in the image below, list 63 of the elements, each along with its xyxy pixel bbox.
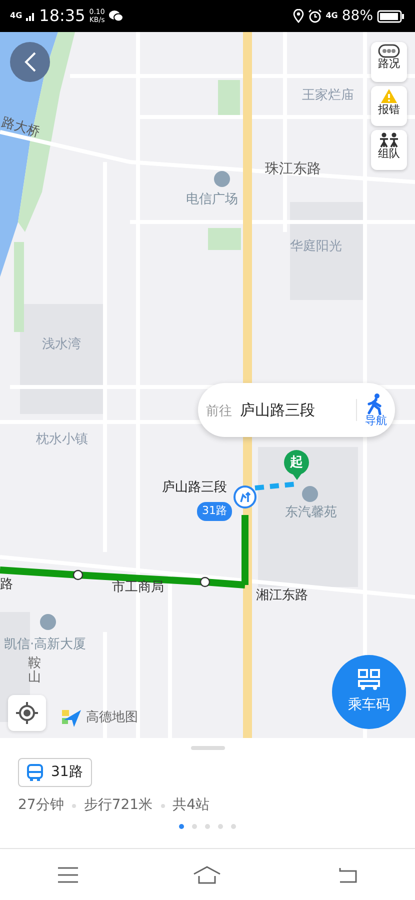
area-label: 枕水小镇 xyxy=(36,433,88,448)
road-label: 鞍山 xyxy=(28,657,41,686)
map-tool-button[interactable]: 报错 xyxy=(371,86,407,126)
bus-code-icon xyxy=(357,668,381,690)
page-dot[interactable] xyxy=(192,824,197,829)
bus-stop-icon xyxy=(200,576,210,588)
poi-pin-icon xyxy=(302,486,318,502)
locate-icon xyxy=(16,702,38,724)
stop-label: 路 xyxy=(0,578,13,592)
place-label: 电信广场 xyxy=(186,193,238,208)
line-badge: 31路 xyxy=(197,502,232,520)
return-icon xyxy=(337,867,358,884)
chat-icon xyxy=(108,10,123,22)
stop-label: 庐山路三段 xyxy=(162,481,227,496)
battery-percent: 88% xyxy=(342,6,373,26)
page-dot[interactable] xyxy=(179,824,184,829)
bus-stop-icon xyxy=(72,570,84,580)
page-dot[interactable] xyxy=(205,824,210,829)
destination-prefix: 前往 xyxy=(206,402,232,421)
navigation-button[interactable]: 导航 xyxy=(357,392,395,428)
stop-label: 市工商局 xyxy=(112,581,164,596)
stop-label: 湘江东路 xyxy=(256,589,308,604)
walking-path xyxy=(254,482,296,490)
battery-icon xyxy=(377,10,405,22)
destination-name: 庐山路三段 xyxy=(240,400,315,421)
route-summary-item: 共4站 xyxy=(172,796,210,815)
ride-code-button[interactable]: 乘车码 xyxy=(332,655,406,729)
map-logo-text: 高德地图 xyxy=(86,709,138,728)
logo-icon xyxy=(60,708,82,728)
bus-line-chip[interactable]: 31路 xyxy=(18,758,92,787)
area-label: 浅水湾 xyxy=(42,338,81,352)
area-label: 华庭阳光 xyxy=(290,240,342,254)
bus-icon xyxy=(27,764,43,782)
home-icon xyxy=(193,866,222,884)
area-label: 王家烂庙 xyxy=(302,89,354,104)
warning-icon xyxy=(380,88,398,104)
place-label: 东汽馨苑 xyxy=(285,506,337,520)
signal-icon xyxy=(26,11,36,21)
alarm-icon xyxy=(308,9,322,23)
poi-pin-icon xyxy=(214,171,230,187)
park-area xyxy=(208,228,241,250)
drag-handle[interactable] xyxy=(190,746,224,750)
page-dot[interactable] xyxy=(218,824,223,829)
traffic-icon xyxy=(378,44,400,58)
place-label: 凯信·高新大厦 xyxy=(4,638,86,652)
route-summary-item: 步行721米 xyxy=(84,796,153,815)
road-label: 珠江东路 xyxy=(265,162,321,178)
signal-label: 4G xyxy=(10,12,22,20)
map-tool-button[interactable]: 组队 xyxy=(371,130,407,170)
clock: 18:35 xyxy=(39,5,86,27)
transfer-icon xyxy=(233,485,257,509)
road-label: 路大桥 xyxy=(0,116,42,140)
back-icon xyxy=(23,51,37,73)
route-summary-item: 27分钟 xyxy=(18,796,64,815)
map-tool-button[interactable]: 路况 xyxy=(371,42,407,82)
poi-pin-icon xyxy=(40,614,56,630)
menu-icon xyxy=(58,867,78,884)
page-dot[interactable] xyxy=(231,824,236,829)
locate-button[interactable] xyxy=(8,695,46,731)
network-label: 4G xyxy=(326,10,338,22)
location-icon xyxy=(292,9,304,23)
people-icon xyxy=(379,132,399,148)
park-area xyxy=(218,80,240,118)
